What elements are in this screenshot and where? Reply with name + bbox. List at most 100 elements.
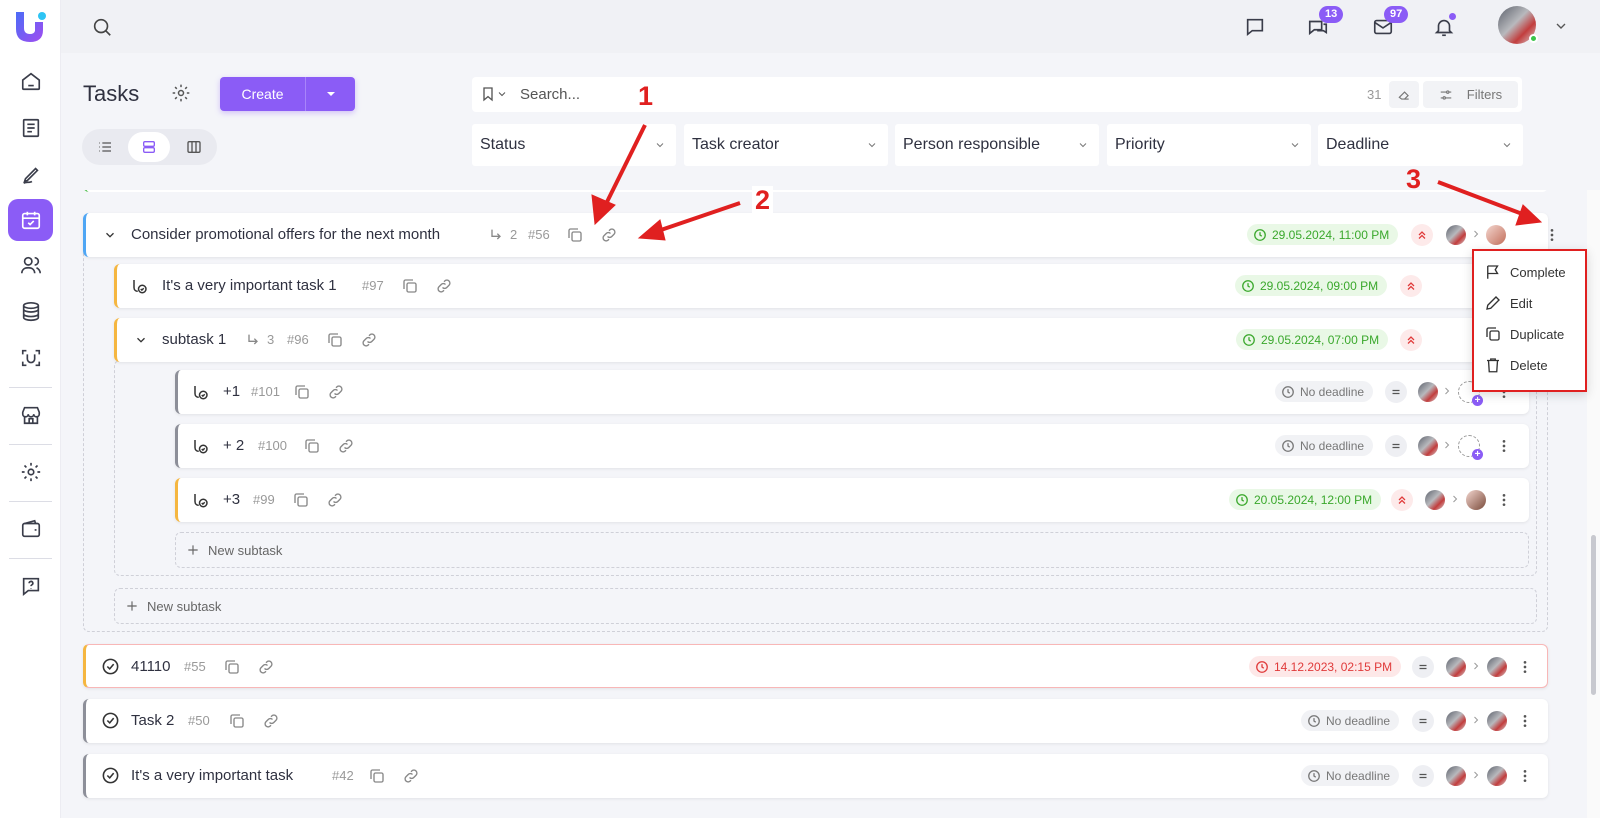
- chevron-down-icon[interactable]: [134, 333, 148, 347]
- kebab-menu-icon[interactable]: [1544, 226, 1560, 244]
- copy-icon[interactable]: [368, 767, 386, 785]
- search-input[interactable]: [520, 77, 1300, 112]
- status-filter[interactable]: Status: [472, 124, 676, 166]
- sidebar-item-notes[interactable]: [8, 154, 53, 196]
- user-menu-chevron[interactable]: [1553, 18, 1569, 34]
- copy-icon[interactable]: [566, 226, 584, 244]
- task-row[interactable]: It's a very important task #42 No deadli…: [83, 754, 1548, 798]
- copy-icon[interactable]: [326, 331, 344, 349]
- sidebar-item-contacts[interactable]: [8, 244, 53, 286]
- card-view-button[interactable]: [128, 132, 170, 162]
- responsible-avatar[interactable]: [1466, 490, 1486, 510]
- sidebar-item-store[interactable]: [8, 394, 53, 436]
- task-title[interactable]: + 2: [223, 437, 244, 454]
- kebab-menu-icon[interactable]: [1517, 767, 1533, 785]
- global-search-button[interactable]: [87, 12, 117, 42]
- menu-item-complete[interactable]: Complete: [1484, 263, 1566, 281]
- check-circle-icon[interactable]: [101, 711, 120, 730]
- kebab-menu-icon[interactable]: [1517, 712, 1533, 730]
- kebab-menu-icon[interactable]: [1517, 658, 1533, 676]
- priority-high-badge[interactable]: [1400, 329, 1422, 351]
- task-title[interactable]: +3: [223, 491, 240, 508]
- creator-avatar[interactable]: [1446, 766, 1466, 786]
- assign-person-button[interactable]: +: [1458, 435, 1483, 460]
- subtask-check-icon[interactable]: [192, 437, 210, 455]
- sidebar-item-database[interactable]: [8, 291, 53, 333]
- sidebar-item-settings[interactable]: [8, 451, 53, 493]
- copy-icon[interactable]: [228, 712, 246, 730]
- link-icon[interactable]: [360, 331, 378, 349]
- filters-button[interactable]: Filters: [1423, 81, 1518, 108]
- sidebar-item-help[interactable]: [8, 565, 53, 607]
- priority-high-badge[interactable]: [1411, 224, 1433, 246]
- scrollbar[interactable]: [1587, 190, 1600, 818]
- sidebar-item-home[interactable]: [8, 60, 53, 102]
- priority-normal-badge[interactable]: [1385, 435, 1407, 457]
- menu-item-duplicate[interactable]: Duplicate: [1484, 325, 1564, 343]
- subtask-check-icon[interactable]: [131, 277, 149, 295]
- tasks-settings-button[interactable]: [171, 83, 191, 103]
- creator-avatar[interactable]: [1418, 382, 1438, 402]
- copy-icon[interactable]: [223, 658, 241, 676]
- sidebar-item-tasks[interactable]: [8, 199, 53, 241]
- priority-normal-badge[interactable]: [1412, 656, 1434, 678]
- notifications-button[interactable]: [1429, 12, 1459, 42]
- creator-avatar[interactable]: [1425, 490, 1445, 510]
- saved-filters-button[interactable]: [480, 85, 508, 103]
- link-icon[interactable]: [337, 437, 355, 455]
- task-title[interactable]: 41110: [131, 658, 171, 675]
- task-row[interactable]: + 2 #100 No deadline +: [175, 424, 1529, 468]
- link-icon[interactable]: [257, 658, 275, 676]
- sidebar-item-scanner[interactable]: [8, 337, 53, 379]
- task-row[interactable]: +1 #101 No deadline +: [175, 370, 1529, 414]
- deadline-filter[interactable]: Deadline: [1318, 124, 1523, 166]
- new-subtask-button[interactable]: New subtask: [114, 588, 1537, 624]
- sidebar-item-wallet[interactable]: [8, 508, 53, 550]
- create-dropdown-button[interactable]: [306, 77, 355, 111]
- kanban-view-button[interactable]: [173, 132, 215, 162]
- link-icon[interactable]: [326, 491, 344, 509]
- subtask-check-icon[interactable]: [192, 383, 210, 401]
- task-title[interactable]: subtask 1: [162, 331, 226, 348]
- kebab-menu-icon[interactable]: [1496, 491, 1512, 509]
- link-icon[interactable]: [600, 226, 618, 244]
- copy-icon[interactable]: [401, 277, 419, 295]
- priority-filter[interactable]: Priority: [1107, 124, 1311, 166]
- link-icon[interactable]: [327, 383, 345, 401]
- task-row[interactable]: It's a very important task 1 #97 29.05.2…: [114, 264, 1537, 308]
- copy-icon[interactable]: [293, 383, 311, 401]
- task-row[interactable]: subtask 1 3 #96 29.05.2024, 07:00 PM: [114, 318, 1537, 362]
- task-title[interactable]: +1: [223, 383, 240, 400]
- task-row[interactable]: 41110 #55 14.12.2023, 02:15 PM: [83, 644, 1548, 688]
- responsible-avatar[interactable]: [1487, 711, 1507, 731]
- task-row[interactable]: Consider promotional offers for the next…: [83, 213, 1548, 257]
- new-subtask-button[interactable]: New subtask: [175, 532, 1529, 568]
- creator-avatar[interactable]: [1446, 711, 1466, 731]
- task-row[interactable]: +3 #99 20.05.2024, 12:00 PM: [175, 478, 1529, 522]
- link-icon[interactable]: [402, 767, 420, 785]
- task-title[interactable]: It's a very important task: [131, 767, 293, 784]
- app-logo[interactable]: [12, 8, 48, 44]
- check-circle-icon[interactable]: [101, 766, 120, 785]
- sidebar-item-documents[interactable]: [8, 107, 53, 149]
- task-title[interactable]: Consider promotional offers for the next…: [131, 226, 440, 243]
- scrollbar-thumb[interactable]: [1591, 535, 1596, 695]
- copy-icon[interactable]: [303, 437, 321, 455]
- clear-filters-button[interactable]: [1389, 81, 1419, 108]
- priority-normal-badge[interactable]: [1412, 765, 1434, 787]
- creator-avatar[interactable]: [1418, 436, 1438, 456]
- task-title[interactable]: Task 2: [131, 712, 174, 729]
- menu-item-edit[interactable]: Edit: [1484, 294, 1532, 312]
- responsible-avatar[interactable]: [1487, 766, 1507, 786]
- subtask-check-icon[interactable]: [192, 491, 210, 509]
- menu-item-delete[interactable]: Delete: [1484, 356, 1548, 374]
- messages-button[interactable]: [1240, 12, 1270, 42]
- chats-button[interactable]: 13: [1303, 6, 1344, 42]
- task-title[interactable]: It's a very important task 1: [162, 277, 337, 294]
- task-row[interactable]: Task 2 #50 No deadline: [83, 699, 1548, 743]
- link-icon[interactable]: [435, 277, 453, 295]
- check-circle-icon[interactable]: [101, 657, 120, 676]
- priority-normal-badge[interactable]: [1385, 381, 1407, 403]
- creator-avatar[interactable]: [1446, 225, 1466, 245]
- kebab-menu-icon[interactable]: [1496, 437, 1512, 455]
